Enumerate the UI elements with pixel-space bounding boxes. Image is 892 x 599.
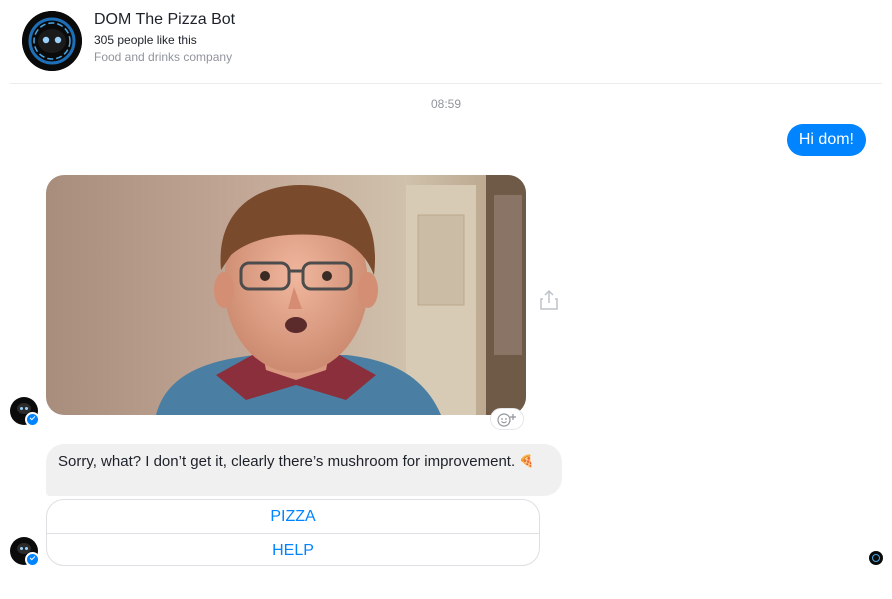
incoming-message-text: Sorry, what? I don’t get it, clearly the… bbox=[58, 453, 516, 470]
robot-logo-icon bbox=[22, 11, 82, 71]
add-reaction-button[interactable] bbox=[490, 408, 524, 430]
gif-image bbox=[46, 175, 526, 415]
conversation-header: DOM The Pizza Bot 305 people like this F… bbox=[0, 0, 892, 84]
add-reaction-icon bbox=[497, 413, 516, 427]
bot-avatar[interactable] bbox=[10, 537, 40, 567]
page-category: Food and drinks company bbox=[94, 50, 233, 64]
messenger-badge-icon bbox=[25, 552, 40, 567]
quick-reply-help[interactable]: HELP bbox=[47, 533, 539, 565]
gif-message[interactable] bbox=[46, 175, 526, 415]
page-name[interactable]: DOM The Pizza Bot bbox=[94, 11, 235, 29]
messenger-badge-icon bbox=[25, 412, 40, 427]
seen-avatar-icon bbox=[869, 551, 883, 565]
pizza-emoji-icon: 🍕 bbox=[519, 454, 535, 468]
incoming-message[interactable]: Sorry, what? I don’t get it, clearly the… bbox=[46, 444, 562, 496]
quick-reply-pizza[interactable]: PIZZA bbox=[47, 500, 539, 533]
header-divider bbox=[10, 83, 882, 84]
page-avatar[interactable] bbox=[22, 11, 82, 71]
page-likes: 305 people like this bbox=[94, 33, 197, 47]
share-icon[interactable] bbox=[539, 289, 559, 311]
message-timestamp: 08:59 bbox=[430, 97, 462, 111]
outgoing-message[interactable]: Hi dom! bbox=[786, 124, 866, 156]
bot-avatar[interactable] bbox=[10, 397, 40, 427]
quick-replies: PIZZA HELP bbox=[46, 499, 540, 566]
